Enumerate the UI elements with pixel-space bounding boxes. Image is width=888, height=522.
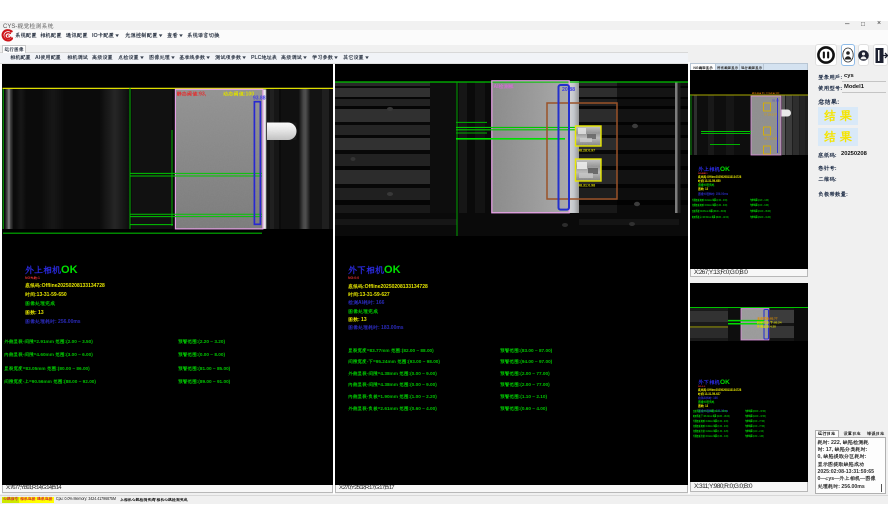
svg-text:93.88: 93.88 bbox=[772, 99, 779, 103]
svg-text:动态阈值:100: 动态阈值:100 bbox=[223, 91, 254, 98]
svg-text:静态阈值:93,: 静态阈值:93, bbox=[176, 91, 207, 98]
svg-text:98.28:0.97: 98.28:0.97 bbox=[578, 149, 595, 154]
svg-text:20.88: 20.88 bbox=[562, 87, 575, 93]
svg-text:98.31:0.98: 98.31:0.98 bbox=[764, 137, 778, 141]
svg-text:AI检测框: AI检测框 bbox=[494, 83, 514, 90]
svg-text:93.88: 93.88 bbox=[253, 96, 266, 102]
svg-text:98.31:0.98: 98.31:0.98 bbox=[578, 184, 595, 189]
svg-text:97.28:0.97: 97.28:0.97 bbox=[764, 113, 778, 117]
svg-text:静态阈值:93, 动态阈值:100: 静态阈值:93, 动态阈值:100 bbox=[752, 91, 780, 95]
svg-text:外侧显裂:4.38: 外侧显裂:4.38 bbox=[756, 325, 776, 329]
